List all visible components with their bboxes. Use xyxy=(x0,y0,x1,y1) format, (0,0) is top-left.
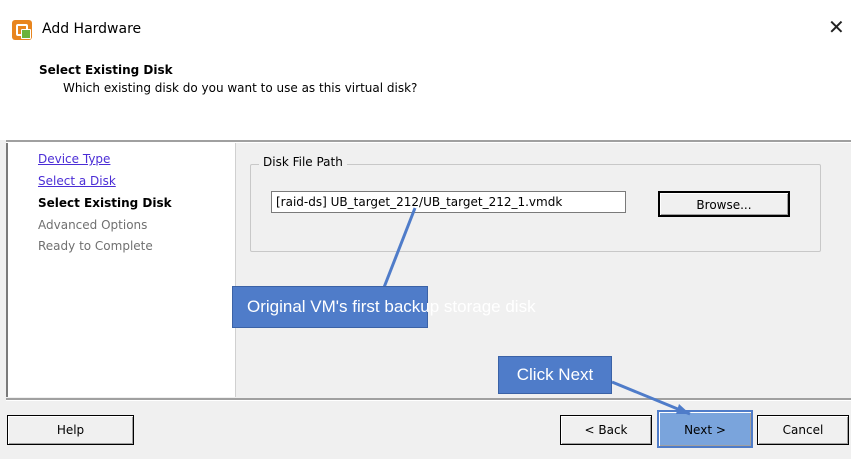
disk-callout-arrow xyxy=(381,207,417,291)
next-callout-arrowhead xyxy=(676,404,690,414)
next-callout-text: Click Next xyxy=(516,365,594,384)
disk-callout-text: Original VM's first backup storage disk xyxy=(247,297,536,316)
add-hardware-dialog: Add Hardware ✕ Select Existing Disk Whic… xyxy=(0,0,851,459)
disk-callout: Original VM's first backup storage disk xyxy=(232,286,536,328)
next-callout: Click Next xyxy=(498,356,612,394)
annotation-arrows xyxy=(381,207,691,416)
